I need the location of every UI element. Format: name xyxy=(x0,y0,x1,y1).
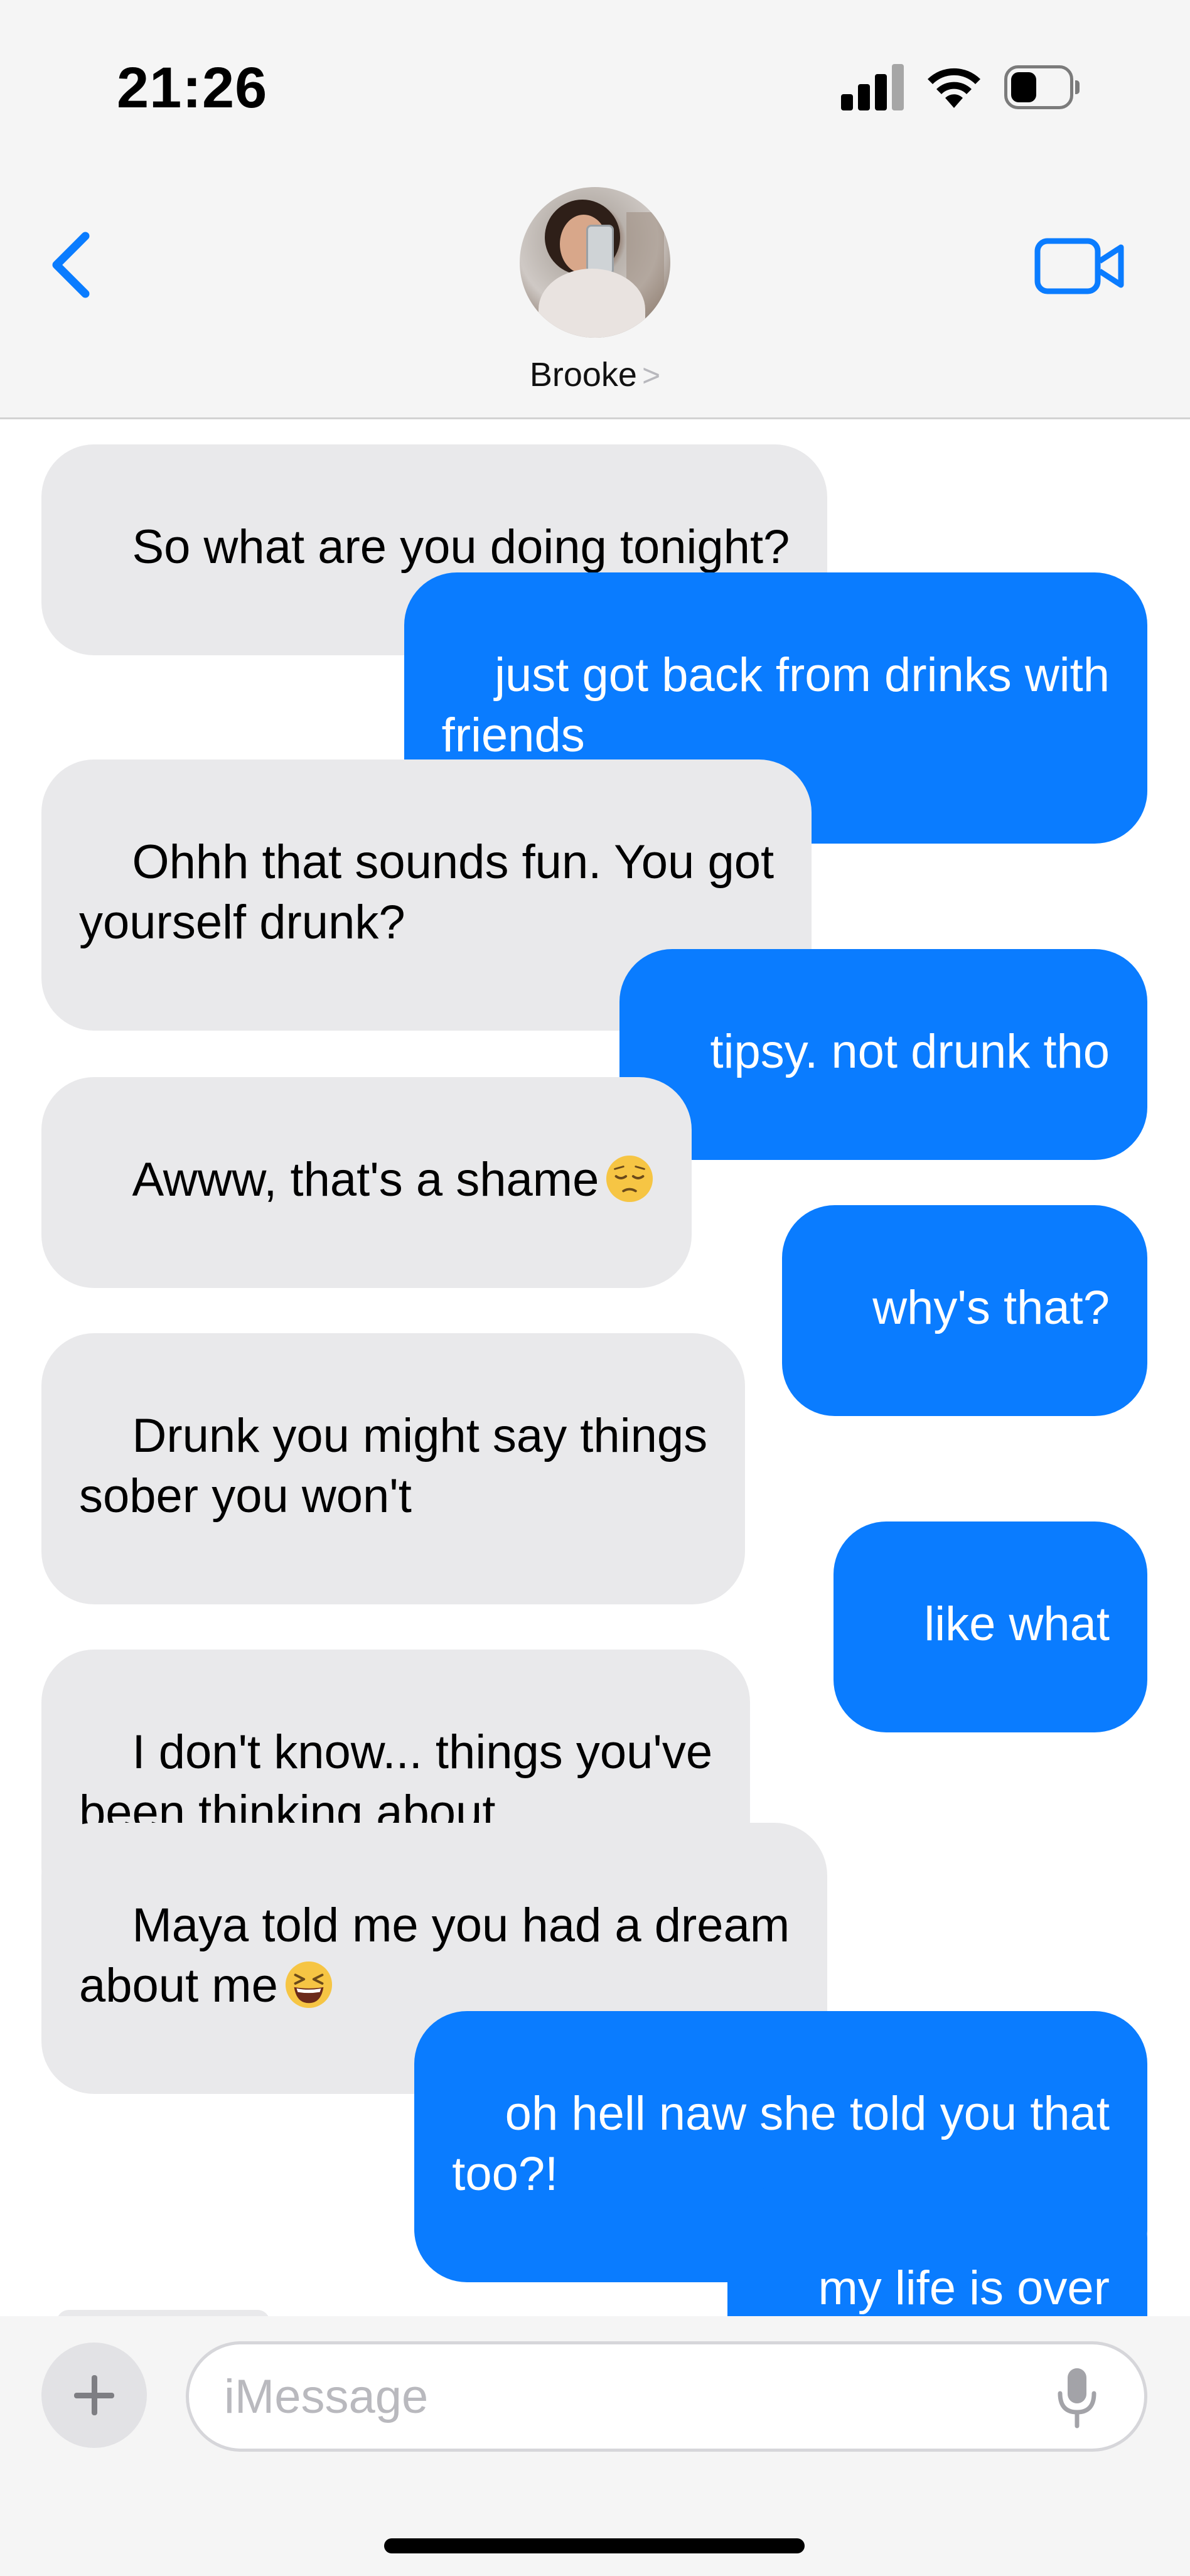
imessage-input-field[interactable] xyxy=(186,2341,1147,2452)
wifi-icon xyxy=(928,68,980,108)
battery-icon xyxy=(1004,65,1080,109)
message-bubble-outgoing[interactable]: why's that? xyxy=(781,1205,1186,1417)
home-indicator xyxy=(384,2538,805,2553)
message-text: tipsy. not drunk tho xyxy=(710,1025,1110,1078)
message-text: Awww, that's a shame xyxy=(132,1153,599,1206)
message-bubble-outgoing[interactable]: tipsy. not drunk tho xyxy=(619,949,1185,1161)
message-text: like what xyxy=(924,1597,1110,1651)
conversation-header: 21:26 Brooke > xyxy=(0,0,1190,419)
message-text: Maya told me you had a dream about me xyxy=(79,1899,790,2012)
chevron-right-icon: > xyxy=(641,358,661,393)
chevron-left-icon[interactable] xyxy=(44,227,100,303)
imessage-input[interactable] xyxy=(224,2362,1040,2431)
message-text: So what are you doing tonight? xyxy=(132,520,790,574)
message-text: Ohhh that sounds fun. You got yourself d… xyxy=(79,835,775,949)
message-text: my life is over xyxy=(818,2262,1110,2315)
cellular-signal-icon xyxy=(841,63,904,110)
message-bubble-outgoing[interactable]: like what xyxy=(833,1521,1186,1734)
contact-name: Brooke xyxy=(529,356,637,394)
message-text: I don't know... things you've been think… xyxy=(79,1725,713,1839)
message-text: oh hell naw she told you that too?! xyxy=(452,2087,1110,2201)
messages-screen: 21:26 Brooke > So what are you doing ton… xyxy=(0,0,1190,2576)
video-camera-icon[interactable] xyxy=(1034,237,1126,295)
message-text: Drunk you might say things sober you won… xyxy=(79,1409,708,1523)
contact-avatar[interactable] xyxy=(520,187,670,338)
message-bubble-incoming[interactable]: Awww, that's a shame xyxy=(3,1077,692,1289)
status-time: 21:26 xyxy=(117,56,268,120)
message-bubble-incoming[interactable]: Drunk you might say things sober you won… xyxy=(3,1333,746,1606)
pensive-face-emoji xyxy=(606,1155,653,1203)
microphone-icon[interactable] xyxy=(1054,2366,1100,2428)
contact-name-button[interactable]: Brooke > xyxy=(0,355,1190,394)
grinning-squinting-face-emoji xyxy=(285,1961,332,2009)
plus-icon[interactable] xyxy=(41,2343,147,2448)
message-text: just got back from drinks with friends xyxy=(441,648,1110,762)
message-text: why's that? xyxy=(872,1281,1110,1334)
